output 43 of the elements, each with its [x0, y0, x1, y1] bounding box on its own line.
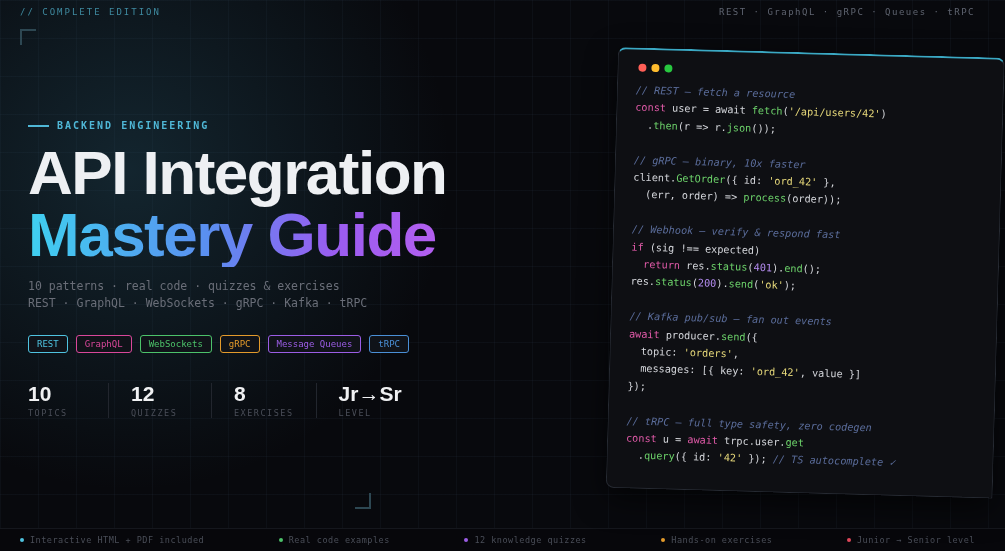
code-line: if (sig !== expected) — [631, 240, 761, 258]
stat-value: 12 — [131, 383, 156, 405]
topics-label: REST · GraphQL · gRPC · Queues · tRPC — [719, 7, 975, 19]
feature-label: Hands-on exercises — [671, 535, 773, 545]
feature-label: Real code examples — [288, 535, 390, 545]
topic-tag: tRPC — [369, 335, 410, 353]
code-line: res.status(200).send('ok'); — [630, 274, 797, 294]
code-line: // Webhook — verify & respond fast — [631, 222, 841, 242]
code-line: // REST — fetch a resource — [635, 83, 796, 102]
code-line: return res.status(401).end(); — [642, 257, 822, 277]
stat-label: TOPICS — [28, 408, 69, 418]
corner-mark — [355, 493, 371, 509]
code-line: client.GetOrder({ id: 'ord_42' }, — [633, 170, 836, 190]
stat-value: 8 — [234, 383, 247, 405]
stat-value: 10 — [28, 383, 53, 405]
stat-label: LEVEL — [338, 408, 373, 418]
code-line: }); — [627, 379, 647, 394]
code-line: .then(r => r.json()); — [645, 118, 777, 137]
corner-mark — [20, 29, 36, 45]
feature-label: Junior → Senior level — [857, 535, 975, 545]
eyebrow-line — [28, 124, 49, 127]
topic-tag: GraphQL — [75, 335, 132, 353]
eyebrow-label: BACKEND ENGINEERING — [57, 120, 210, 131]
feature-label: 12 knowledge quizzes — [474, 535, 587, 545]
code-line: topic: 'orders', — [639, 344, 740, 362]
code-line: const user = await fetch('/api/users/42') — [635, 100, 887, 121]
topic-tag: REST — [28, 335, 68, 353]
code-line: // gRPC — binary, 10x faster — [633, 153, 806, 172]
subtitle-line: 10 patterns · real code · quizzes & exercises — [28, 279, 341, 293]
topic-tag: WebSockets — [139, 335, 212, 353]
edition-label: // COMPLETE EDITION — [20, 7, 161, 19]
code-line: // Kafka pub/sub — fan out events — [629, 309, 833, 330]
stat-label: QUIZZES — [131, 408, 179, 418]
feature-label: Interactive HTML + PDF included — [30, 535, 205, 545]
stat-label: EXERCISES — [234, 408, 294, 418]
code-line: (err, order) => process(order)); — [644, 188, 842, 208]
stat-value: Jr→Sr — [338, 383, 402, 405]
code-line: messages: [{ key: 'ord_42', value }] — [639, 362, 862, 381]
subtitle-line: REST · GraphQL · WebSockets · gRPC · Kafka · tRPC — [28, 296, 369, 310]
topic-tag: gRPC — [219, 335, 260, 353]
code-line: await producer.send({ — [628, 327, 759, 345]
code-line: .query({ id: '42' }); // TS autocomplete ✓ — [636, 449, 896, 471]
topic-tag: Message Queues — [267, 335, 362, 353]
